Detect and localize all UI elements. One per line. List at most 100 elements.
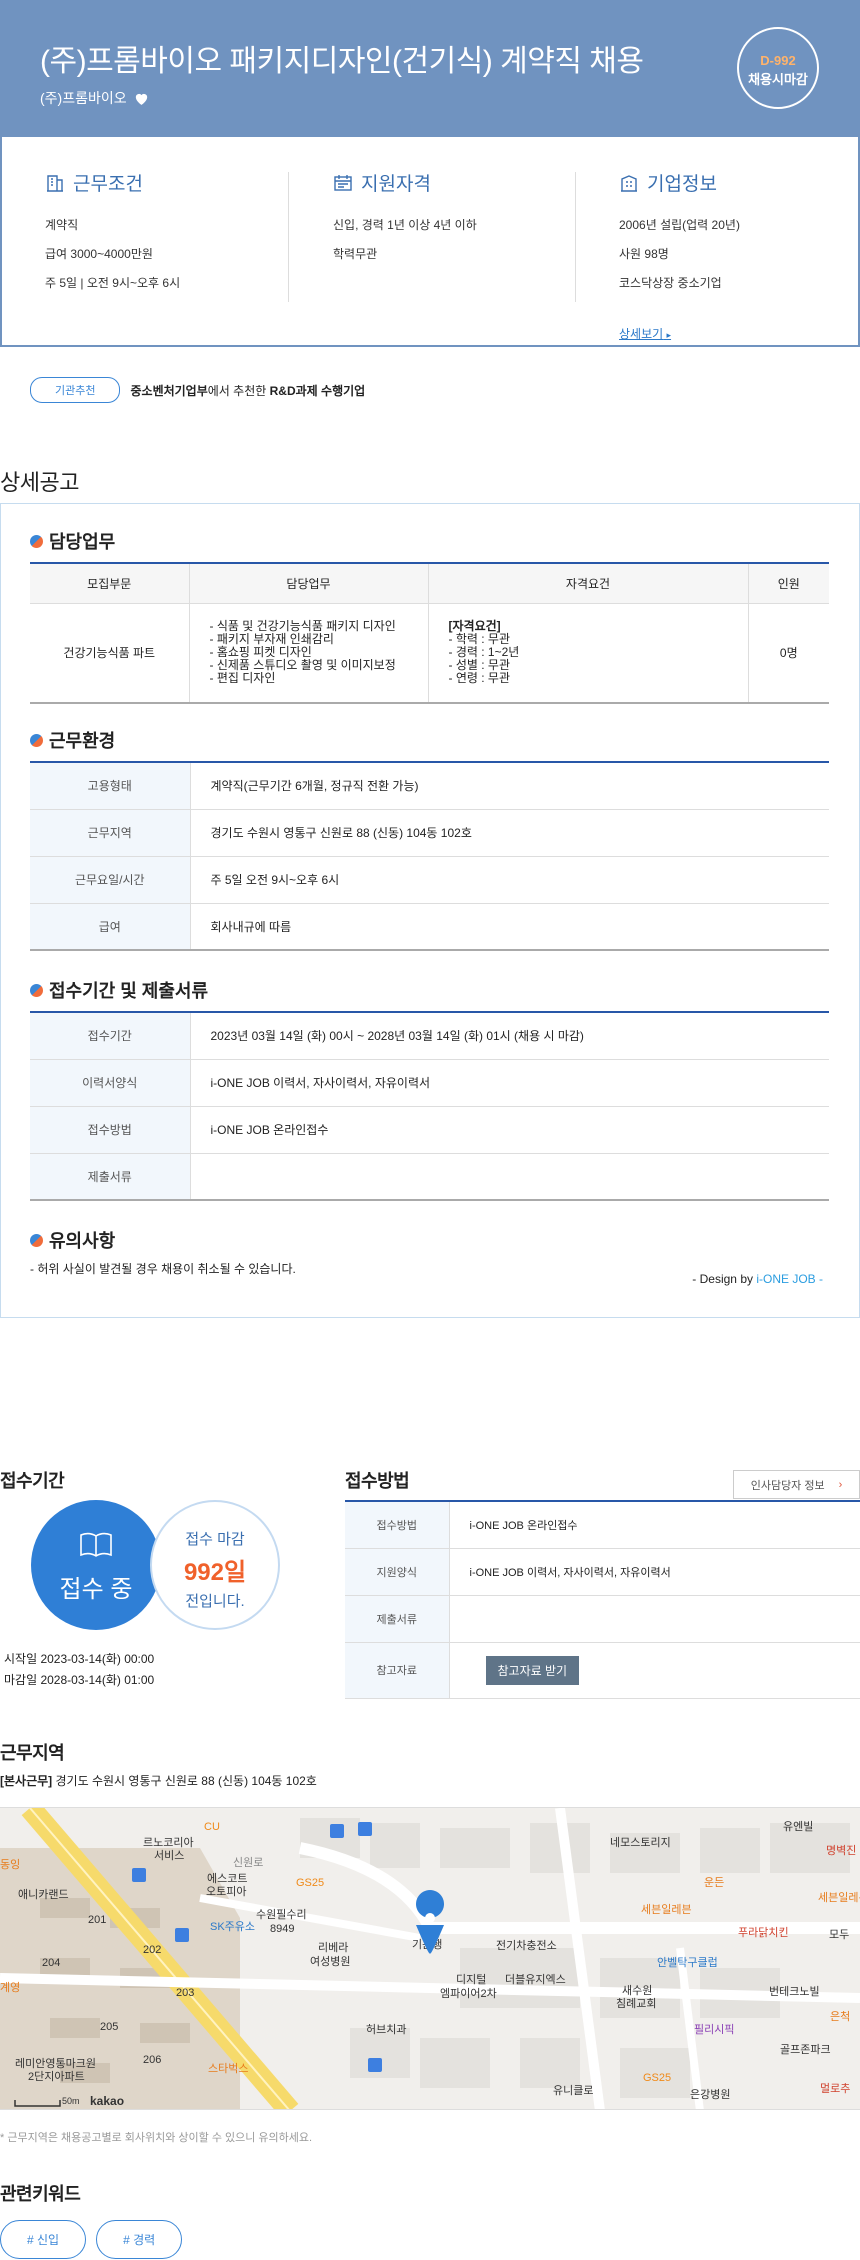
dept-cell: 건강기능식품 파트: [30, 603, 189, 704]
svg-text:유엔빌: 유엔빌: [783, 1820, 813, 1833]
table-row: 고용형태 계약직(근무기간 6개월, 정규직 전환 가능): [30, 762, 829, 810]
table-row: 급여 회사내규에 따름: [30, 903, 829, 951]
period-heading: 접수기간: [0, 1471, 65, 1491]
table-row: 제출서류: [30, 1153, 829, 1201]
svg-text:50m: 50m: [62, 2096, 80, 2106]
svg-text:골프존파크: 골프존파크: [780, 2043, 831, 2056]
svg-text:운든: 운든: [704, 1876, 724, 1889]
book-icon: [80, 1532, 112, 1557]
svg-text:201: 201: [88, 1914, 106, 1926]
detail-heading: 상세공고: [0, 470, 79, 495]
svg-text:2단지아파트: 2단지아파트: [28, 2070, 85, 2083]
hr-contact-button[interactable]: 인사담당자 정보 ›: [733, 1470, 860, 1499]
deadline-suffix: 전입니다.: [185, 1593, 245, 1610]
svg-text:여성병원: 여성병원: [310, 1955, 350, 1968]
requirements-cell: [자격요건] - 학력 : 무관 - 경력 : 1~2년 - 성별 : 무관 -…: [427, 603, 748, 704]
location-map[interactable]: CU 르노코리아 서비스 에스코트 오토피아 GS25 SK주유소 수원필수리 …: [0, 1807, 860, 2110]
table-row: 참고자료 참고자료 받기: [345, 1642, 860, 1699]
duty-table: 모집부문 담당업무 자격요건 인원 건강기능식품 파트 - 식품 및 건강기능식…: [30, 562, 829, 704]
env-table: 고용형태 계약직(근무기간 6개월, 정규직 전환 가능) 근무지역 경기도 수원시…: [30, 761, 829, 951]
svg-text:신원로: 신원로: [233, 1856, 263, 1869]
svg-text:새수원: 새수원: [622, 1984, 652, 1997]
svg-text:SK주유소: SK주유소: [210, 1920, 255, 1933]
agency-recommend-badge: 기관추천: [30, 377, 121, 403]
company-detail-link[interactable]: 상세보기 ▸: [619, 325, 671, 342]
start-date: 시작일 2023-03-14(화) 00:00: [4, 1652, 155, 1666]
svg-text:모두: 모두: [829, 1929, 849, 1941]
svg-text:명벽진: 명벽진: [826, 1844, 856, 1857]
employees: 사원 98명: [619, 247, 669, 261]
keyword-newcomer[interactable]: # 신입: [0, 2220, 87, 2259]
chevron-right-icon: ›: [838, 1478, 843, 1491]
svg-text:에스코트: 에스코트: [207, 1872, 247, 1885]
table-row: 이력서양식 i-ONE JOB 이력서, 자사이력서, 자유이력서: [30, 1059, 829, 1107]
svg-text:멀로추: 멀로추: [820, 2082, 850, 2095]
svg-text:은척: 은척: [830, 2010, 850, 2023]
svg-text:필리시픽: 필리시픽: [694, 2023, 734, 2036]
company-name-link[interactable]: (주)프롬바이오: [40, 88, 127, 108]
table-row: 접수기간 2023년 03월 14일 (화) 00시 ~ 2028년 03월 14…: [30, 1012, 829, 1060]
svg-text:침례교회: 침례교회: [616, 1997, 656, 2010]
design-credit: - Design by i-ONE JOB -: [692, 1272, 823, 1286]
download-reference-button[interactable]: 참고자료 받기: [485, 1655, 580, 1685]
bullet-icon: [30, 1233, 43, 1247]
dday-badge: D-992 채용시마감: [737, 27, 819, 109]
svg-text:디지털: 디지털: [456, 1973, 486, 1986]
bullet-icon: [30, 733, 43, 747]
deadline-days: 992일: [183, 1559, 247, 1586]
salary: 급여 3000~4000만원: [45, 247, 153, 261]
col-header: 인원: [747, 563, 829, 604]
table-row: 제출서류: [345, 1595, 860, 1643]
map-label: CU: [204, 1821, 220, 1833]
svg-text:8949: 8949: [270, 1923, 294, 1935]
building-icon: [47, 174, 63, 192]
map-canvas: CU 르노코리아 서비스 에스코트 오토피아 GS25 SK주유소 수원필수리 …: [0, 1808, 860, 2109]
apply-table: 접수기간 2023년 03월 14일 (화) 00시 ~ 2028년 03월 14…: [30, 1011, 829, 1201]
work-type: 계약직: [45, 218, 79, 232]
deadline-circle: 접수 마감 992일 전입니다.: [150, 1500, 280, 1630]
caution-text: - 허위 사실이 발견될 경우 채용이 취소될 수 있습니다.: [30, 1262, 296, 1276]
svg-text:푸라닭치킨: 푸라닭치킨: [738, 1926, 789, 1939]
status-circle: 접수 중: [31, 1500, 161, 1630]
keyword-experienced[interactable]: # 경력: [96, 2220, 183, 2259]
svg-text:오토피아: 오토피아: [206, 1885, 246, 1898]
col-header: 자격요건: [427, 563, 748, 604]
duty-heading: 담당업무: [30, 528, 115, 554]
end-date: 마감일 2028-03-14(화) 01:00: [4, 1673, 155, 1687]
svg-text:리베라: 리베라: [318, 1941, 348, 1954]
recommendation-text: 중소벤처기업부에서 추천한 R&D과제 수행기업: [130, 383, 366, 398]
calendar-icon: [334, 174, 352, 191]
summary-box: 근무조건 계약직 급여 3000~4000만원 주 5일 | 오전 9시~오후 …: [0, 137, 860, 347]
svg-text:유니클로: 유니클로: [553, 2084, 593, 2097]
svg-text:허브치과: 허브치과: [366, 2023, 406, 2036]
svg-text:세븐일레븐: 세븐일레븐: [818, 1890, 860, 1904]
svg-text:동잉: 동잉: [0, 1858, 20, 1871]
dday-caption: 채용시마감: [748, 72, 808, 87]
bullet-icon: [30, 534, 43, 548]
work-conditions: 근무조건 계약직 급여 3000~4000만원 주 5일 | 오전 9시~오후 …: [45, 169, 180, 303]
company-name-row: (주)프롬바이오: [40, 88, 150, 108]
education-requirement: 학력무관: [333, 247, 378, 261]
map-note: * 근무지역은 채용공고별로 회사위치와 상이할 수 있으니 유의하세요.: [0, 2132, 313, 2144]
table-row: 건강기능식품 파트 - 식품 및 건강기능식품 패키지 디자인 - 패키지 부자…: [30, 603, 829, 704]
col-header: 모집부문: [30, 563, 189, 604]
svg-text:206: 206: [143, 2054, 161, 2066]
table-row: 접수방법 i-ONE JOB 온라인접수: [30, 1106, 829, 1154]
svg-text:kakao: kakao: [90, 2094, 124, 2108]
job-header: (주)프롬바이오 패키지디자인(건기식) 계약직 채용 (주)프롬바이오 D-9…: [0, 0, 860, 137]
svg-text:레미안영통마크원: 레미안영통마크원: [15, 2057, 96, 2070]
env-heading: 근무환경: [30, 727, 115, 753]
dday-count: D-992: [760, 53, 796, 68]
divider: [575, 172, 576, 302]
col-header: 담당업무: [188, 563, 428, 604]
heart-icon[interactable]: [133, 90, 150, 107]
company-info: 기업정보 2006년 설립(업력 20년) 사원 98명 코스닥상장 중소기업 …: [619, 169, 740, 342]
svg-text:더블유지엑스: 더블유지엑스: [505, 1973, 566, 1986]
svg-text:안벨탁구클럽: 안벨탁구클럽: [657, 1955, 718, 1969]
period-dates: 시작일 2023-03-14(화) 00:00 마감일 2028-03-14(화…: [4, 1649, 154, 1691]
work-conditions-title: 근무조건: [73, 174, 143, 195]
svg-text:애니카랜드: 애니카랜드: [18, 1888, 69, 1901]
method-heading: 접수방법: [345, 1471, 410, 1491]
apply-heading: 접수기간 및 제출서류: [30, 977, 208, 1003]
tasks-cell: - 식품 및 건강기능식품 패키지 디자인 - 패키지 부자재 인쇄감리 - 홈…: [188, 603, 428, 704]
